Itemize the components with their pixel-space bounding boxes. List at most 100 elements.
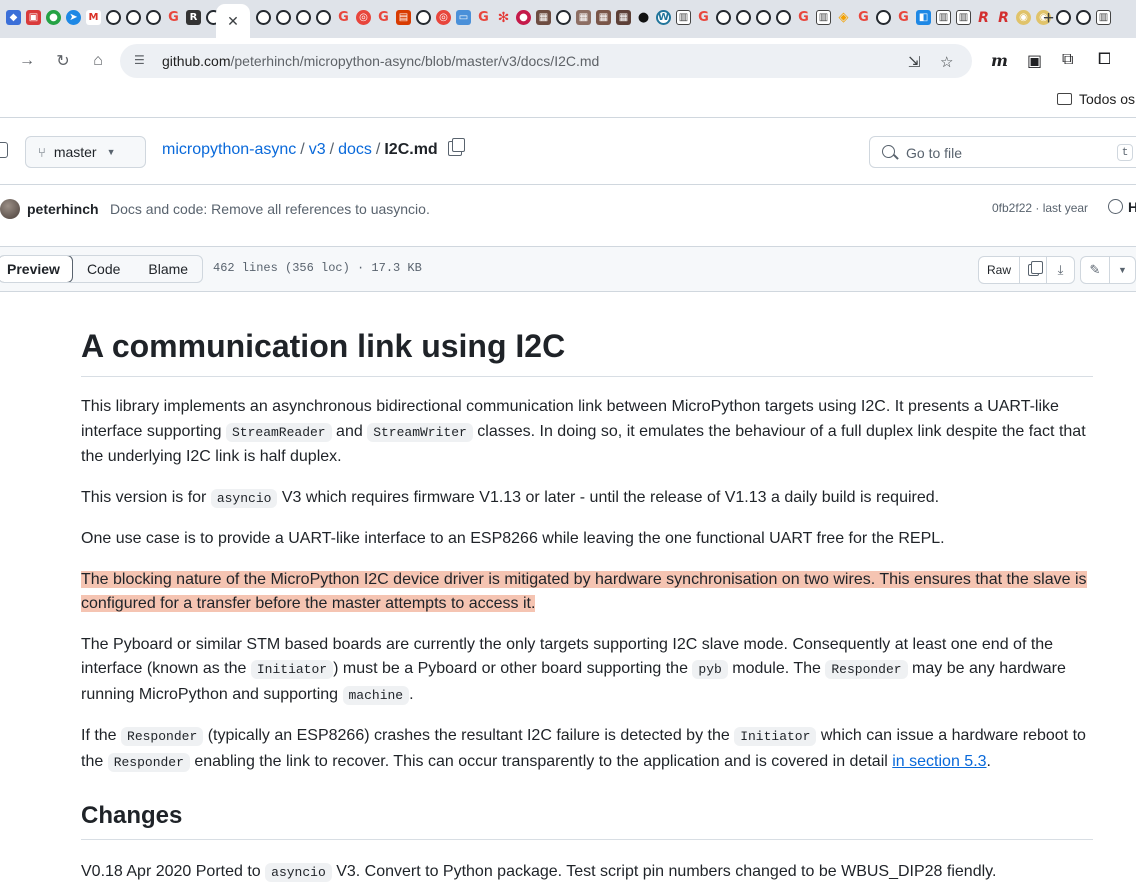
search-icon xyxy=(882,145,895,158)
edit-options-button[interactable]: ▼ xyxy=(1110,257,1135,283)
tab-favicon-icon[interactable]: ▣ xyxy=(26,10,41,25)
history-button[interactable]: H xyxy=(1108,199,1136,215)
telegram-icon[interactable]: ➤ xyxy=(66,10,81,25)
go-to-file-search[interactable]: t xyxy=(869,136,1136,168)
forward-icon[interactable]: → xyxy=(16,50,38,72)
google-icon[interactable]: G xyxy=(896,10,911,25)
github-icon[interactable] xyxy=(716,10,731,25)
commit-hash-and-time[interactable]: 0fb2f22 · last year xyxy=(992,201,1088,215)
tab-favicon-icon[interactable]: ▦ xyxy=(596,10,611,25)
tab-code[interactable]: Code xyxy=(73,256,134,282)
wordpress-icon[interactable]: W xyxy=(656,10,671,25)
extension-copy-icon[interactable]: ⧉ xyxy=(1062,51,1073,69)
extension-m-icon[interactable]: m xyxy=(991,51,1008,70)
new-tab-button[interactable]: + xyxy=(1043,8,1054,30)
github-icon[interactable] xyxy=(126,10,141,25)
text: and xyxy=(331,422,368,440)
site-info-icon[interactable]: ☰ xyxy=(134,53,150,69)
google-icon[interactable]: G xyxy=(796,10,811,25)
github-icon[interactable] xyxy=(146,10,161,25)
install-app-icon[interactable]: ⇲ xyxy=(908,53,921,71)
tab-favicon-icon[interactable]: ◈ xyxy=(836,10,851,25)
tab-favicon-icon[interactable]: ▥ xyxy=(676,10,691,25)
tab-favicon-icon[interactable]: ▥ xyxy=(1096,10,1111,25)
google-icon[interactable]: G xyxy=(376,10,391,25)
google-icon[interactable]: G xyxy=(336,10,351,25)
extensions-puzzle-icon[interactable]: ⧠ xyxy=(1098,51,1111,69)
github-icon[interactable] xyxy=(756,10,771,25)
address-url[interactable]: github.com/peterhinch/micropython-async/… xyxy=(162,53,599,69)
github-icon[interactable] xyxy=(876,10,891,25)
tab-favicon-icon[interactable]: ◧ xyxy=(916,10,931,25)
github-icon[interactable] xyxy=(1056,10,1071,25)
go-to-file-input[interactable] xyxy=(906,143,1106,163)
paragraph-changes: V0.18 Apr 2020 Ported to asyncio V3. Con… xyxy=(81,860,1093,884)
extension-square-icon[interactable]: ▣ xyxy=(1027,51,1042,71)
bookmark-folder-label: Todos os xyxy=(1079,91,1136,107)
view-mode-segmented-control: Preview Code Blame xyxy=(0,255,204,283)
tab-favicon-icon[interactable]: R xyxy=(976,10,991,26)
tab-favicon-icon[interactable]: ✻ xyxy=(496,10,511,26)
commit-author-link[interactable]: peterhinch xyxy=(27,201,99,217)
whatsapp-icon[interactable]: ● xyxy=(46,10,61,25)
reload-icon[interactable]: ↻ xyxy=(52,50,74,72)
tab-favicon-icon[interactable]: ◎ xyxy=(436,10,451,25)
avatar[interactable] xyxy=(0,199,20,219)
raw-button[interactable]: Raw xyxy=(979,257,1020,283)
bookmark-star-icon[interactable]: ☆ xyxy=(940,53,953,71)
google-icon[interactable]: G xyxy=(856,10,871,25)
active-tab-close-icon[interactable]: ✕ xyxy=(216,4,250,38)
tab-favicon-icon[interactable]: ▦ xyxy=(576,10,591,25)
tab-blame[interactable]: Blame xyxy=(134,256,202,282)
file-toolbar: Preview Code Blame 462 lines (356 loc) ·… xyxy=(0,247,1136,292)
edit-button[interactable]: ✎ xyxy=(1081,257,1110,283)
google-icon[interactable]: G xyxy=(476,10,491,25)
github-icon[interactable] xyxy=(1076,10,1091,25)
history-label: H xyxy=(1128,199,1136,215)
github-icon[interactable] xyxy=(106,10,121,25)
tab-favicon-icon[interactable]: ▥ xyxy=(816,10,831,25)
bookmark-folder[interactable]: Todos os xyxy=(1057,91,1135,107)
breadcrumb-repo-link[interactable]: micropython-async xyxy=(162,141,296,158)
tab-preview[interactable]: Preview xyxy=(0,256,73,282)
tab-favicon-icon[interactable]: ◎ xyxy=(356,10,371,25)
home-icon[interactable]: ⌂ xyxy=(87,50,109,72)
sidebar-toggle-icon[interactable] xyxy=(0,142,8,158)
tab-favicon-icon[interactable]: ● xyxy=(636,10,651,25)
gmail-icon[interactable]: M xyxy=(86,10,101,25)
raw-actions-group: Raw ⤓ xyxy=(978,256,1075,284)
tab-favicon-icon[interactable]: ▦ xyxy=(536,10,551,25)
raspberry-icon[interactable]: ● xyxy=(516,10,531,25)
github-icon[interactable] xyxy=(416,10,431,25)
inline-code: Responder xyxy=(825,660,908,679)
download-button[interactable]: ⤓ xyxy=(1047,257,1074,283)
github-icon[interactable] xyxy=(316,10,331,25)
github-icon[interactable] xyxy=(736,10,751,25)
paragraph-targets: The Pyboard or similar STM based boards … xyxy=(81,633,1093,709)
github-icon[interactable] xyxy=(296,10,311,25)
google-icon[interactable]: G xyxy=(166,10,181,25)
address-bar[interactable]: ☰ github.com/peterhinch/micropython-asyn… xyxy=(120,44,972,78)
tab-favicon-icon[interactable]: R xyxy=(996,10,1011,26)
google-icon[interactable]: G xyxy=(696,10,711,25)
branch-selector-button[interactable]: ⑂ master ▼ xyxy=(25,136,146,168)
copy-path-icon[interactable] xyxy=(447,138,465,156)
tab-favicon-icon[interactable]: ▥ xyxy=(936,10,951,25)
breadcrumb-docs-link[interactable]: docs xyxy=(338,141,372,158)
github-icon[interactable] xyxy=(276,10,291,25)
tab-favicon-icon[interactable]: ▥ xyxy=(956,10,971,25)
github-icon[interactable] xyxy=(556,10,571,25)
tab-favicon-icon[interactable]: ▤ xyxy=(396,10,411,25)
tab-favicon-icon[interactable]: ◉ xyxy=(1016,10,1031,25)
breadcrumb-separator: / xyxy=(375,141,381,158)
tab-favicon-icon[interactable]: ▭ xyxy=(456,10,471,25)
commit-message-link[interactable]: Docs and code: Remove all references to … xyxy=(110,201,430,217)
breadcrumb-v3-link[interactable]: v3 xyxy=(309,141,326,158)
github-icon[interactable] xyxy=(776,10,791,25)
tab-favicon-icon[interactable]: ◆ xyxy=(6,10,21,25)
tab-favicon-icon[interactable]: ▦ xyxy=(616,10,631,25)
tab-favicon-icon[interactable]: R xyxy=(186,10,201,25)
copy-raw-button[interactable] xyxy=(1020,257,1047,283)
github-icon[interactable] xyxy=(256,10,271,25)
section-5-3-link[interactable]: in section 5.3 xyxy=(892,753,986,770)
